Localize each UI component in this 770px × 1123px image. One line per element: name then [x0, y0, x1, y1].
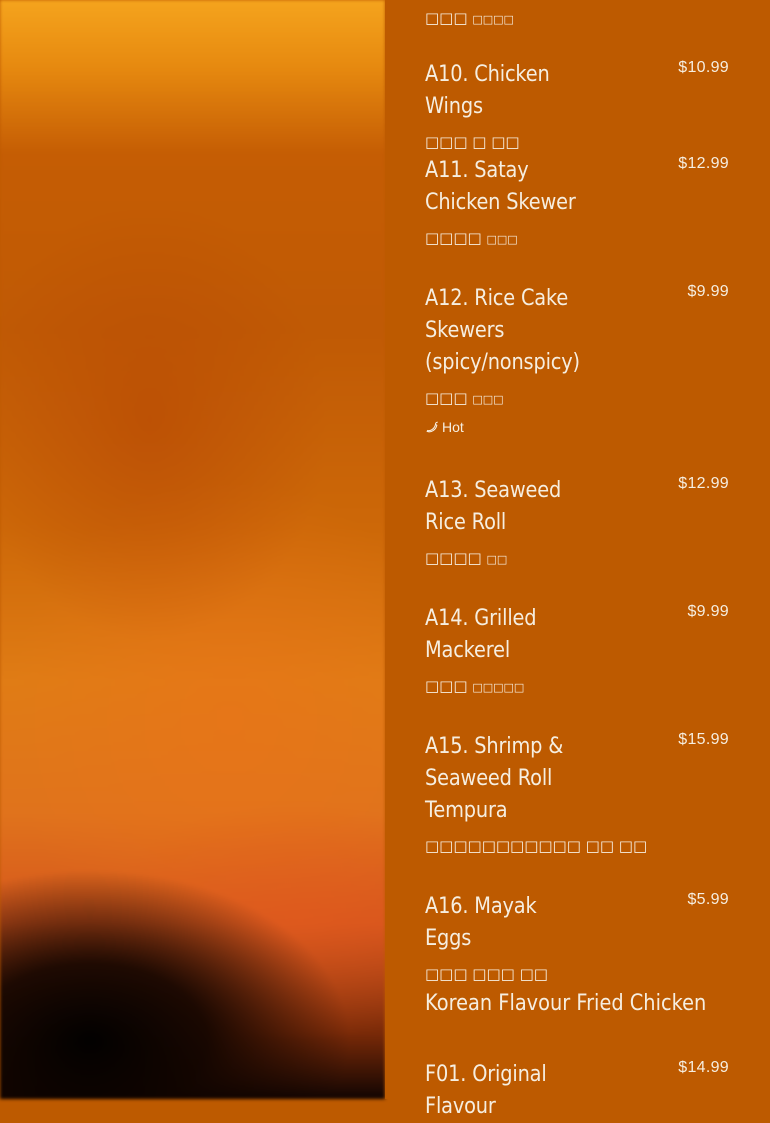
item-name: A13. Seaweed Rice Roll — [425, 478, 562, 535]
menu-item[interactable]: A12. Rice Cake Skewers (spicy/nonspicy) … — [425, 283, 730, 435]
item-name: A15. Shrimp & Seaweed Roll Tempura — [425, 734, 564, 823]
item-name: F01. Original Flavour — [425, 1062, 547, 1119]
item-name: A14. Grilled Mackerel — [425, 606, 537, 663]
item-price: $5.99 — [687, 891, 729, 908]
item-description: □□□ □ □□ — [425, 133, 520, 151]
menu-item[interactable]: A13. Seaweed Rice Roll $12.99 □□□□ □□ — [425, 475, 730, 567]
chili-pepper-icon — [426, 421, 438, 433]
item-price: $14.99 — [678, 1059, 729, 1076]
item-description: □□□ □□□□□ — [425, 677, 525, 695]
menu-item[interactable]: A11. Satay Chicken Skewer $12.99 □□□□ □□… — [425, 155, 730, 247]
item-name: A12. Rice Cake Skewers (spicy/nonspicy) — [425, 286, 580, 375]
tag-label: Hot — [442, 419, 464, 435]
item-price: $9.99 — [687, 603, 729, 620]
hot-tag: Hot — [425, 419, 730, 435]
item-description: □□□ □□□ □□ — [425, 965, 548, 983]
section-title: Korean Flavour Fried Chicken — [425, 991, 707, 1016]
item-description: □□□□ □□□ — [425, 229, 518, 247]
menu-item[interactable]: A14. Grilled Mackerel $9.99 □□□ □□□□□ — [425, 603, 730, 695]
item-price: $15.99 — [678, 731, 729, 748]
item-description: □□□□ □□ — [425, 549, 508, 567]
menu-item[interactable]: A10. Chicken Wings $10.99 □□□ □ □□ — [425, 59, 730, 151]
menu-item[interactable]: F01. Original Flavour $14.99 — [425, 1059, 730, 1123]
item-name: A11. Satay Chicken Skewer — [425, 158, 576, 215]
hero-food-image — [0, 0, 385, 1099]
item-name: A16. Mayak Eggs — [425, 894, 537, 951]
menu-item[interactable]: A15. Shrimp & Seaweed Roll Tempura $15.9… — [425, 731, 730, 855]
item-price: $10.99 — [678, 59, 729, 76]
menu-item[interactable]: A16. Mayak Eggs $5.99 □□□ □□□ □□ — [425, 891, 730, 983]
item-description: □□□□□□□□□□□ □□ □□ — [425, 837, 648, 855]
item-price: $12.99 — [678, 475, 729, 492]
item-name: A10. Chicken Wings — [425, 62, 550, 119]
item-price: $12.99 — [678, 155, 729, 172]
previous-item-description: □□□ □□□□ — [425, 9, 514, 27]
item-description: □□□ □□□ — [425, 389, 504, 407]
item-price: $9.99 — [687, 283, 729, 300]
menu-panel: □□□ □□□□ A10. Chicken Wings $10.99 □□□ □… — [385, 0, 770, 1119]
